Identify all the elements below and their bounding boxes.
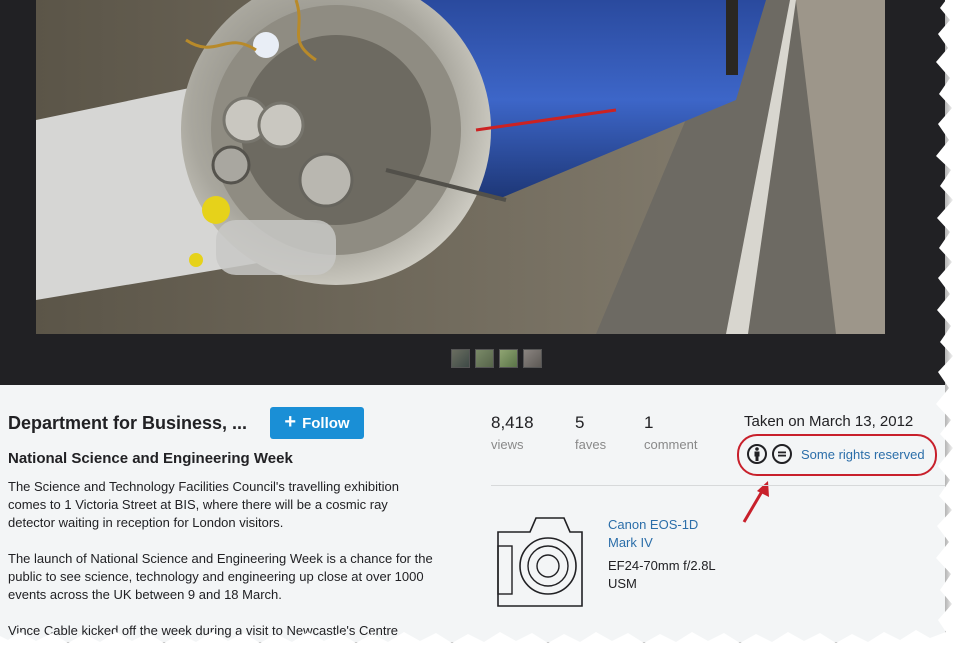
photo-stats: 8,418 views 5 faves 1 comment: [491, 413, 697, 452]
photo-description: The Science and Technology Facilities Co…: [8, 478, 438, 642]
follow-label: Follow: [302, 414, 350, 432]
description-paragraph: The launch of National Science and Engin…: [8, 551, 433, 602]
comments-stat[interactable]: 1 comment: [644, 413, 697, 452]
taken-date: Taken on March 13, 2012: [744, 413, 914, 430]
photo-title: National Science and Engineering Week: [8, 450, 293, 467]
photo-page: Department for Business, ... + Follow Na…: [0, 0, 945, 642]
camera-model-link[interactable]: Canon EOS-1D Mark IV: [608, 516, 718, 552]
description-paragraph: Vince Cable kicked off the week during a…: [8, 623, 399, 638]
faves-count: 5: [575, 413, 585, 432]
camera-icon: [497, 517, 583, 607]
faves-stat[interactable]: 5 faves: [575, 413, 644, 452]
annotation-ellipse: [737, 434, 937, 476]
description-paragraph: The Science and Technology Facilities Co…: [8, 479, 400, 530]
owner-name[interactable]: Department for Business, ...: [8, 413, 270, 434]
plus-icon: +: [284, 411, 297, 433]
owner-row: Department for Business, ... + Follow: [8, 407, 364, 439]
lens-info: EF24-70mm f/2.8L USM: [608, 558, 716, 591]
thumbnail[interactable]: [475, 349, 494, 368]
photo-thumbnails: [451, 349, 542, 368]
views-count: 8,418: [491, 413, 534, 432]
faves-label: faves: [575, 437, 607, 452]
views-stat: 8,418 views: [491, 413, 575, 452]
comments-label: comment: [644, 437, 698, 452]
views-label: views: [491, 437, 524, 452]
thumbnail[interactable]: [499, 349, 518, 368]
thumbnail[interactable]: [523, 349, 542, 368]
divider: [491, 485, 945, 486]
main-photo[interactable]: [36, 0, 885, 334]
photo-viewer: [0, 0, 945, 385]
thumbnail[interactable]: [451, 349, 470, 368]
comments-count: 1: [644, 413, 654, 432]
follow-button[interactable]: + Follow: [270, 407, 364, 439]
